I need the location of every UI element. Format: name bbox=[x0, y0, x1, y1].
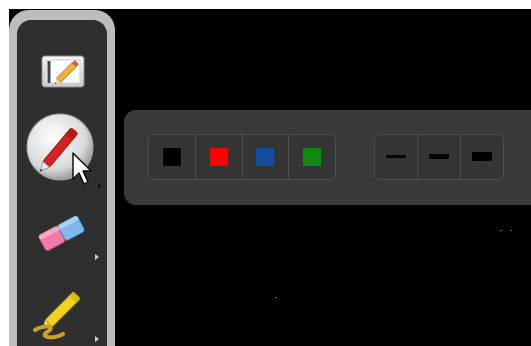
green-swatch bbox=[303, 148, 322, 166]
thick-line-icon bbox=[472, 152, 492, 161]
window-edge-top bbox=[0, 0, 531, 9]
pencil-board-icon bbox=[41, 55, 85, 88]
highlighter-tool-button[interactable] bbox=[17, 280, 107, 346]
canvas-speck bbox=[275, 297, 277, 298]
line-width-thin[interactable] bbox=[375, 135, 418, 179]
red-swatch bbox=[209, 148, 228, 166]
black-swatch bbox=[162, 148, 181, 166]
tool-bar-inner bbox=[17, 20, 107, 346]
eraser-icon bbox=[38, 215, 99, 260]
line-width-medium[interactable] bbox=[418, 135, 461, 179]
select-tool-button[interactable] bbox=[17, 34, 107, 108]
highlighter-icon bbox=[33, 291, 99, 342]
eraser-tool-button[interactable] bbox=[17, 202, 107, 276]
medium-line-icon bbox=[429, 154, 449, 159]
red-pen-icon bbox=[26, 113, 102, 189]
line-width-group bbox=[374, 134, 504, 180]
blue-swatch bbox=[256, 148, 275, 166]
color-option-red[interactable] bbox=[196, 135, 243, 179]
whiteboard-canvas[interactable] bbox=[0, 0, 531, 346]
tool-bar bbox=[9, 10, 115, 346]
line-width-thick[interactable] bbox=[461, 135, 503, 179]
color-picker-group bbox=[148, 134, 336, 180]
canvas-speck bbox=[500, 230, 502, 231]
canvas-speck bbox=[510, 230, 512, 231]
pen-tool-button[interactable] bbox=[17, 113, 107, 189]
thin-line-icon bbox=[386, 155, 406, 158]
pen-options-panel bbox=[124, 110, 531, 205]
color-option-blue[interactable] bbox=[243, 135, 290, 179]
color-option-black[interactable] bbox=[149, 135, 196, 179]
window-edge-left bbox=[0, 0, 9, 346]
color-option-green[interactable] bbox=[289, 135, 335, 179]
